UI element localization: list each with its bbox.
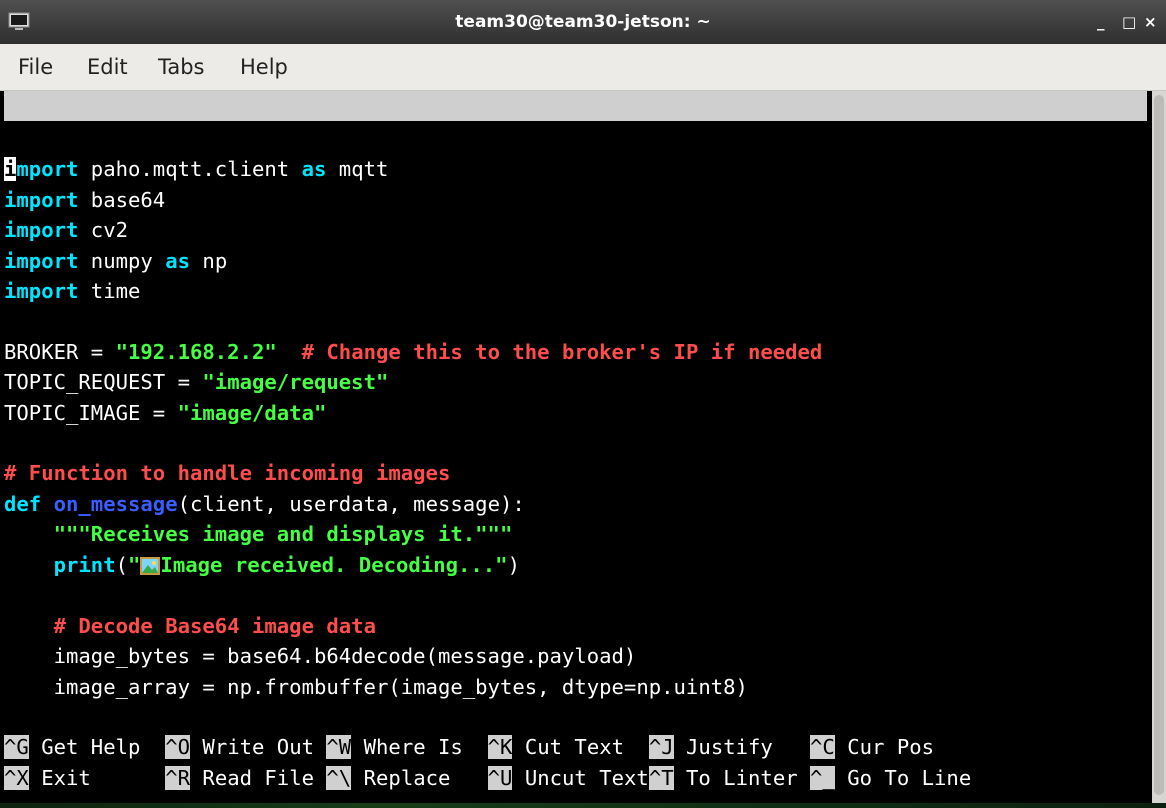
code-line: TOPIC_IMAGE = "image/data": [4, 401, 327, 425]
shortcut-read-file[interactable]: ^R Read File: [165, 766, 326, 790]
code-line: print(" Image received. Decoding..."): [53, 553, 520, 577]
shortcut-cur-pos[interactable]: ^C Cur Pos: [810, 735, 934, 759]
shortcut-justify[interactable]: ^J Justify: [648, 735, 810, 759]
window-title: team30@team30-jetson: ~: [455, 12, 711, 32]
nano-filename: mqtt_week8.py: [516, 154, 678, 178]
code-line: import paho.mqtt.client as mqtt: [4, 157, 389, 181]
code-line: import time: [4, 279, 141, 303]
code-line: image_bytes = base64.b64decode(message.p…: [4, 644, 637, 668]
code-line: TOPIC_REQUEST = "image/request": [4, 370, 389, 394]
text-cursor: i: [4, 157, 17, 181]
scrollbar[interactable]: [1152, 91, 1166, 803]
code-line: import base64: [4, 188, 166, 212]
code-line: # Function to handle incoming images: [4, 461, 451, 485]
code-line: image_array = np.frombuffer(image_bytes,…: [4, 675, 748, 699]
close-button[interactable]: ×: [1144, 0, 1157, 44]
code-line: """Receives image and displays it.""": [53, 522, 513, 546]
terminal-window: team30@team30-jetson: ~ _ □ × File Edit …: [0, 0, 1166, 808]
minimize-button[interactable]: _: [1097, 0, 1105, 44]
title-bar[interactable]: team30@team30-jetson: ~ _ □ ×: [0, 0, 1166, 44]
shortcut-uncut-text[interactable]: ^U Uncut Text: [487, 766, 649, 790]
shortcut-cut-text[interactable]: ^K Cut Text: [487, 735, 649, 759]
shortcut-where-is[interactable]: ^W Where Is: [326, 735, 487, 759]
code-line: # Decode Base64 image data: [53, 614, 376, 638]
shortcut-write-out[interactable]: ^O Write Out: [165, 735, 326, 759]
menu-tabs[interactable]: Tabs: [158, 44, 205, 90]
code-line: import cv2: [4, 218, 129, 242]
scrollbar-thumb[interactable]: [1154, 95, 1164, 795]
shortcut-replace[interactable]: ^\ Replace: [326, 766, 487, 790]
framed-picture-icon: [140, 557, 161, 575]
code-line: def on_message(client, userdata, message…: [4, 492, 525, 516]
menu-file[interactable]: File: [18, 44, 53, 90]
code-line: import numpy as np: [4, 249, 228, 273]
shortcut-get-help[interactable]: ^G Get Help: [4, 735, 165, 759]
shortcut-to-linter[interactable]: ^T To Linter: [648, 766, 810, 790]
menu-bar: File Edit Tabs Help: [0, 44, 1166, 91]
shortcut-exit[interactable]: ^X Exit: [4, 766, 165, 790]
terminal-area[interactable]: GNU nano 2.9.3 mqtt_week8.py import paho…: [0, 91, 1152, 803]
nano-version: GNU nano 2.9.3: [32, 124, 206, 148]
code-line: BROKER = "192.168.2.2" # Change this to …: [4, 340, 823, 364]
shortcut-row: ^G Get Help ^O Write Out ^W Where Is ^K …: [4, 732, 934, 762]
nano-header: GNU nano 2.9.3 mqtt_week8.py: [4, 91, 1147, 178]
menu-help[interactable]: Help: [240, 44, 288, 90]
maximize-button[interactable]: □: [1122, 0, 1136, 44]
shortcut-go-to-line[interactable]: ^_ Go To Line: [810, 766, 971, 790]
menu-edit[interactable]: Edit: [87, 44, 128, 90]
shortcut-row: ^X Exit ^R Read File ^\ Replace ^U Uncut…: [4, 763, 971, 793]
